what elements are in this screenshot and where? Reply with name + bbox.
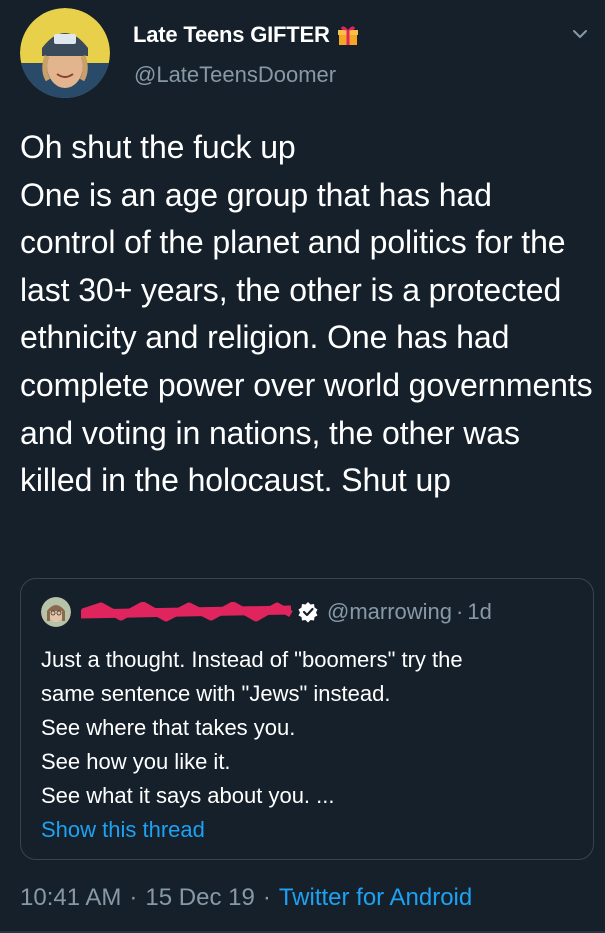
tweet-source-link[interactable]: Twitter for Android <box>279 884 472 912</box>
author-display-name[interactable]: Late Teens GIFTER <box>133 22 330 48</box>
quoted-separator: · <box>456 599 464 624</box>
tweet-header: Late Teens GIFTER @LateTeensDoomer <box>0 0 605 110</box>
quoted-tweet-header: @marrowing · 1d <box>41 595 492 629</box>
quoted-text-line: See where that takes you. <box>41 715 296 740</box>
show-thread-link[interactable]: Show this thread <box>41 817 205 843</box>
chevron-down-icon[interactable] <box>570 24 590 44</box>
quoted-text-line: See how you like it. <box>41 749 231 774</box>
redacted-author-name <box>80 601 293 622</box>
display-name-row[interactable]: Late Teens GIFTER <box>133 20 360 50</box>
quoted-text-line: same sentence with "Jews" instead. <box>41 681 391 706</box>
quoted-timestamp: 1d <box>467 599 492 624</box>
verified-badge-icon <box>297 601 319 623</box>
tweet-date[interactable]: 15 Dec 19 <box>145 884 254 912</box>
quoted-text-line: Just a thought. Instead of "boomers" try… <box>41 647 463 672</box>
gift-icon <box>336 23 360 47</box>
author-avatar[interactable] <box>20 8 110 98</box>
author-handle[interactable]: @LateTeensDoomer <box>134 62 336 88</box>
tweet-meta: 10:41 AM · 15 Dec 19 · Twitter for Andro… <box>20 884 472 912</box>
quoted-tweet-card[interactable]: @marrowing · 1d Just a thought. Instead … <box>20 578 594 860</box>
quoted-tweet-text: Just a thought. Instead of "boomers" try… <box>41 643 571 813</box>
meta-separator: · <box>129 884 138 911</box>
tweet-time[interactable]: 10:41 AM <box>20 884 121 912</box>
quoted-author-handle: @marrowing <box>327 599 453 624</box>
meta-separator: · <box>262 884 271 911</box>
tweet-text: Oh shut the fuck up One is an age group … <box>20 129 593 499</box>
quoted-text-line: See what it says about you. ... <box>41 783 335 808</box>
quoted-author-avatar <box>41 597 71 627</box>
